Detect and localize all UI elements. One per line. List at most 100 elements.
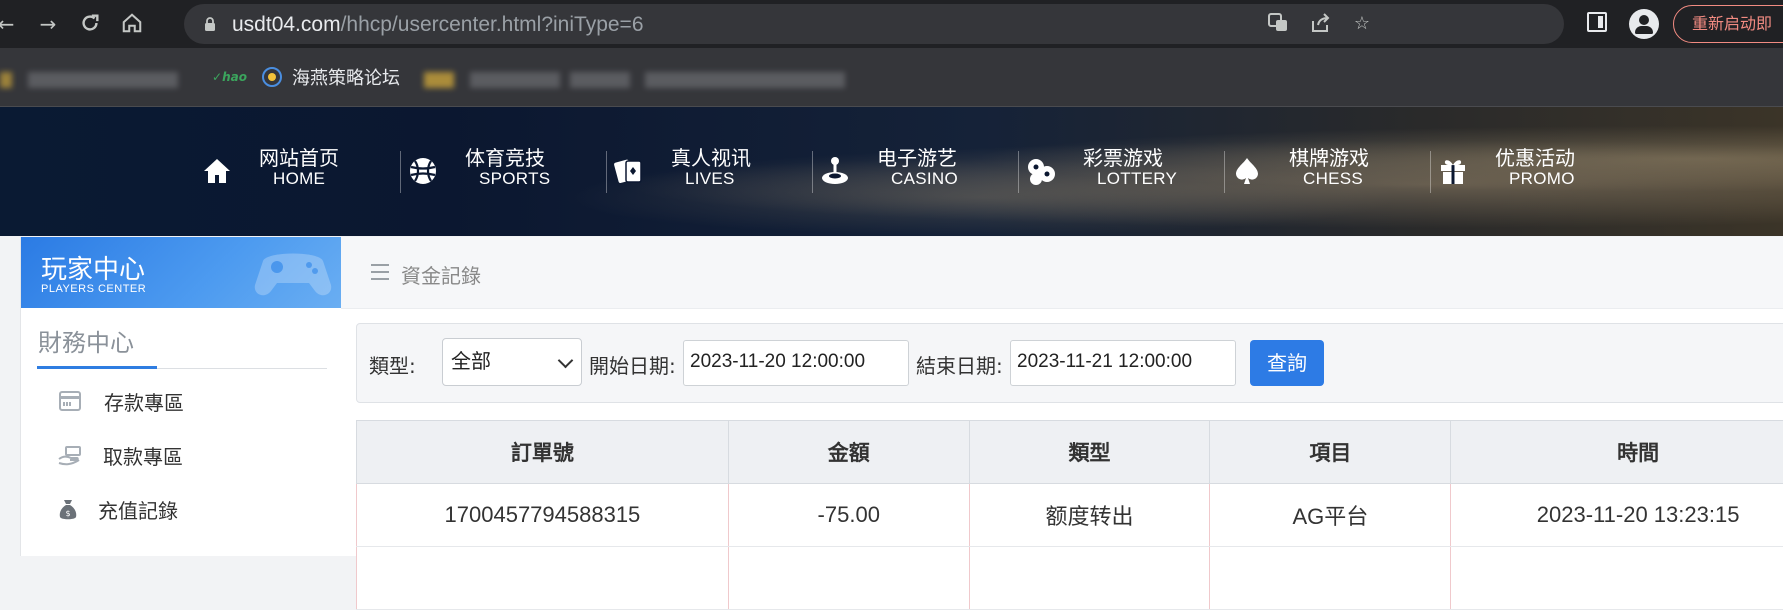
lottery-balls-icon xyxy=(1025,155,1057,187)
nav-label-cn: 优惠活动 xyxy=(1495,142,1575,171)
forward-icon[interactable]: → xyxy=(36,12,60,36)
nav-label-en: PROMO xyxy=(1509,169,1575,189)
blurred-bookmark[interactable] xyxy=(645,72,845,88)
filter-bar: 類型: 全部 開始日期: 2023-11-20 12:00:00 結束日期: 2… xyxy=(356,323,1783,403)
end-date-input[interactable]: 2023-11-21 12:00:00 xyxy=(1010,340,1236,386)
sidebar-item-recharge-records[interactable]: $ 充值記錄 xyxy=(21,489,341,529)
start-date-label: 開始日期: xyxy=(589,350,676,379)
nav-label-cn: 网站首页 xyxy=(259,142,339,171)
gamepad-icon xyxy=(253,243,333,299)
nav-label-en: SPORTS xyxy=(479,169,550,189)
nav-label-cn: 彩票游戏 xyxy=(1083,142,1163,171)
profile-avatar-icon[interactable] xyxy=(1629,9,1659,39)
type-cell: 额度转出 xyxy=(969,484,1210,547)
nav-label-en: CHESS xyxy=(1303,169,1363,189)
page-title: 資金記錄 xyxy=(401,260,481,289)
spade-icon xyxy=(1231,155,1263,187)
site-header: 网站首页 HOME 体育竞技 SPORTS 真人视讯 LIVES 电子游艺 CA… xyxy=(0,107,1783,236)
column-header: 項目 xyxy=(1210,421,1451,484)
nav-sports[interactable]: 体育竞技 SPORTS xyxy=(401,137,607,199)
bookmarks-bar: ✓hao 海燕策略论坛 xyxy=(0,48,1783,107)
reload-icon[interactable] xyxy=(78,12,102,36)
nav-lottery[interactable]: 彩票游戏 LOTTERY xyxy=(1019,137,1225,199)
joystick-icon xyxy=(819,155,851,187)
bookmark-label: 海燕策略论坛 xyxy=(292,64,400,90)
nav-label-en: LOTTERY xyxy=(1097,169,1177,189)
gift-icon xyxy=(1437,155,1469,187)
swirl-icon xyxy=(262,67,282,87)
side-panel-icon[interactable] xyxy=(1587,12,1607,32)
bookmark-haiyan[interactable]: 海燕策略论坛 xyxy=(262,62,400,92)
nav-casino[interactable]: 电子游艺 CASINO xyxy=(813,137,1019,199)
deposit-card-icon xyxy=(58,389,84,413)
nav-promo[interactable]: 优惠活动 PROMO xyxy=(1431,137,1637,199)
players-center-header: 玩家中心 PLAYERS CENTER xyxy=(21,237,341,308)
type-label: 類型: xyxy=(369,350,416,379)
nav-label-en: LIVES xyxy=(685,169,735,189)
active-tab-underline xyxy=(37,366,157,369)
sidebar-item-label: 取款專區 xyxy=(103,441,183,470)
column-header: 訂單號 xyxy=(357,421,729,484)
blurred-bookmark[interactable] xyxy=(470,72,560,88)
browser-toolbar: ← → usdt04.com/hhcp/usercenter.html?iniT… xyxy=(0,0,1783,48)
sidebar-item-withdraw[interactable]: 取款專區 xyxy=(21,435,341,475)
start-date-input[interactable]: 2023-11-20 12:00:00 xyxy=(683,340,909,386)
sidebar-item-label: 充值記錄 xyxy=(98,495,178,524)
back-icon[interactable]: ← xyxy=(0,12,18,36)
type-select[interactable]: 全部 xyxy=(442,338,582,386)
share-icon[interactable] xyxy=(1308,12,1332,36)
withdraw-hand-icon xyxy=(57,443,83,467)
nav-label-cn: 体育竞技 xyxy=(465,142,545,171)
chevron-down-icon xyxy=(558,353,574,369)
menu-icon[interactable] xyxy=(371,264,389,280)
nav-chess[interactable]: 棋牌游戏 CHESS xyxy=(1225,137,1431,199)
players-center-sidebar: 玩家中心 PLAYERS CENTER 財務中心 存款專區 取款專區 $ 充值記… xyxy=(20,237,341,556)
nav-lives[interactable]: 真人视讯 LIVES xyxy=(607,137,813,199)
table-header-row: 訂單號 金額 類型 項目 時間 xyxy=(357,421,1783,484)
url-text: usdt04.com/hhcp/usercenter.html?iniType=… xyxy=(232,13,644,37)
players-center-title: 玩家中心 xyxy=(41,249,145,286)
translate-icon[interactable] xyxy=(1266,12,1290,36)
item-cell: AG平台 xyxy=(1210,484,1451,547)
blurred-bookmark[interactable] xyxy=(0,72,12,88)
table-row: 1700457794588315 -75.00 额度转出 AG平台 2023-1… xyxy=(357,484,1783,547)
nav-label-en: HOME xyxy=(273,169,325,189)
blurred-bookmark[interactable] xyxy=(28,72,178,88)
players-center-subtitle: PLAYERS CENTER xyxy=(41,283,146,295)
page-header: 資金記錄 xyxy=(341,237,1783,309)
restart-update-button[interactable]: 重新启动即 xyxy=(1673,5,1783,43)
home-icon xyxy=(201,155,233,187)
time-cell: 2023-11-20 13:23:15 xyxy=(1451,484,1783,547)
nav-label-cn: 棋牌游戏 xyxy=(1289,142,1369,171)
ball-icon xyxy=(407,155,439,187)
blurred-bookmark[interactable] xyxy=(570,72,630,88)
nav-label-cn: 电子游艺 xyxy=(877,142,957,171)
sidebar-item-deposit[interactable]: 存款專區 xyxy=(21,381,341,421)
column-header: 金額 xyxy=(728,421,969,484)
nav-home[interactable]: 网站首页 HOME xyxy=(195,137,401,199)
order-number-cell: 1700457794588315 xyxy=(357,484,729,547)
home-browser-icon[interactable] xyxy=(120,12,144,36)
content-area: 資金記錄 類型: 全部 開始日期: 2023-11-20 12:00:00 結束… xyxy=(341,237,1783,556)
finance-center-title[interactable]: 財務中心 xyxy=(38,323,134,358)
blurred-bookmark[interactable] xyxy=(424,72,454,88)
type-select-value: 全部 xyxy=(451,349,491,373)
column-header: 時間 xyxy=(1451,421,1783,484)
amount-cell: -75.00 xyxy=(728,484,969,547)
svg-text:$: $ xyxy=(65,509,70,518)
nav-label-en: CASINO xyxy=(891,169,958,189)
star-bookmark-icon[interactable]: ☆ xyxy=(1350,12,1374,36)
nav-label-cn: 真人视讯 xyxy=(671,142,751,171)
address-bar[interactable]: usdt04.com/hhcp/usercenter.html?iniType=… xyxy=(184,4,1564,44)
lock-icon xyxy=(204,17,216,31)
money-bag-icon: $ xyxy=(57,497,83,521)
bookmark-hao[interactable]: ✓hao xyxy=(212,62,247,92)
hao-icon: ✓hao xyxy=(212,70,247,84)
cards-icon xyxy=(613,155,645,187)
sidebar-item-label: 存款專區 xyxy=(104,387,184,416)
records-table: 訂單號 金額 類型 項目 時間 1700457794588315 -75.00 … xyxy=(356,420,1783,610)
query-button[interactable]: 查詢 xyxy=(1250,340,1324,386)
column-header: 類型 xyxy=(969,421,1210,484)
end-date-label: 結束日期: xyxy=(916,350,1003,379)
main-nav: 网站首页 HOME 体育竞技 SPORTS 真人视讯 LIVES 电子游艺 CA… xyxy=(195,137,1637,199)
